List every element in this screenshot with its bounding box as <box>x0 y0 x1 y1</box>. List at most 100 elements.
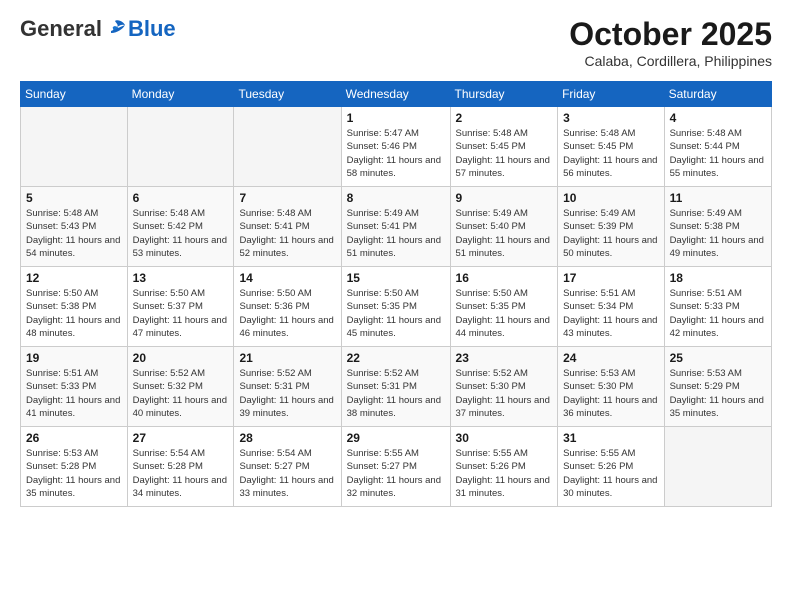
day-number: 14 <box>239 271 335 285</box>
day-number: 28 <box>239 431 335 445</box>
day-number: 13 <box>133 271 229 285</box>
month-title: October 2025 <box>569 16 772 53</box>
table-row: 17 Sunrise: 5:51 AM Sunset: 5:34 PM Dayli… <box>558 267 664 347</box>
table-row: 5 Sunrise: 5:48 AM Sunset: 5:43 PM Daylig… <box>21 187 128 267</box>
table-row: 29 Sunrise: 5:55 AM Sunset: 5:27 PM Dayli… <box>341 427 450 507</box>
table-row: 8 Sunrise: 5:49 AM Sunset: 5:41 PM Daylig… <box>341 187 450 267</box>
header-friday: Friday <box>558 82 664 107</box>
calendar-header-row: Sunday Monday Tuesday Wednesday Thursday… <box>21 82 772 107</box>
table-row: 13 Sunrise: 5:50 AM Sunset: 5:37 PM Dayli… <box>127 267 234 347</box>
table-row: 25Sunrise: 5:53 AM Sunset: 5:29 PM Dayli… <box>664 347 771 427</box>
logo-bird-icon <box>103 19 127 39</box>
calendar-table: Sunday Monday Tuesday Wednesday Thursday… <box>20 81 772 507</box>
day-number: 8 <box>347 191 445 205</box>
day-info: Sunrise: 5:50 AM Sunset: 5:37 PM Dayligh… <box>133 287 229 340</box>
day-info: Sunrise: 5:48 AM Sunset: 5:45 PM Dayligh… <box>456 127 553 180</box>
day-info: Sunrise: 5:49 AM Sunset: 5:38 PM Dayligh… <box>670 207 766 260</box>
day-info: Sunrise: 5:55 AM Sunset: 5:26 PM Dayligh… <box>563 447 658 500</box>
day-info: Sunrise: 5:54 AM Sunset: 5:27 PM Dayligh… <box>239 447 335 500</box>
table-row: 19 Sunrise: 5:51 AM Sunset: 5:33 PM Dayli… <box>21 347 128 427</box>
day-number: 15 <box>347 271 445 285</box>
day-number: 6 <box>133 191 229 205</box>
table-row: 30 Sunrise: 5:55 AM Sunset: 5:26 PM Dayli… <box>450 427 558 507</box>
location: Calaba, Cordillera, Philippines <box>569 53 772 69</box>
table-row <box>127 107 234 187</box>
week-row-1: 1 Sunrise: 5:47 AM Sunset: 5:46 PM Daylig… <box>21 107 772 187</box>
day-info: Sunrise: 5:52 AM Sunset: 5:32 PM Dayligh… <box>133 367 229 420</box>
table-row: 20Sunrise: 5:52 AM Sunset: 5:32 PM Dayli… <box>127 347 234 427</box>
table-row: 18Sunrise: 5:51 AM Sunset: 5:33 PM Dayli… <box>664 267 771 347</box>
table-row: 4 Sunrise: 5:48 AM Sunset: 5:44 PM Daylig… <box>664 107 771 187</box>
week-row-2: 5 Sunrise: 5:48 AM Sunset: 5:43 PM Daylig… <box>21 187 772 267</box>
day-number: 29 <box>347 431 445 445</box>
day-number: 18 <box>670 271 766 285</box>
day-number: 22 <box>347 351 445 365</box>
day-info: Sunrise: 5:50 AM Sunset: 5:38 PM Dayligh… <box>26 287 122 340</box>
table-row: 11 Sunrise: 5:49 AM Sunset: 5:38 PM Dayli… <box>664 187 771 267</box>
day-info: Sunrise: 5:52 AM Sunset: 5:31 PM Dayligh… <box>347 367 445 420</box>
header-sunday: Sunday <box>21 82 128 107</box>
table-row: 15 Sunrise: 5:50 AM Sunset: 5:35 PM Dayli… <box>341 267 450 347</box>
day-info: Sunrise: 5:48 AM Sunset: 5:43 PM Dayligh… <box>26 207 122 260</box>
day-info: Sunrise: 5:49 AM Sunset: 5:41 PM Dayligh… <box>347 207 445 260</box>
day-number: 19 <box>26 351 122 365</box>
table-row: 6 Sunrise: 5:48 AM Sunset: 5:42 PM Daylig… <box>127 187 234 267</box>
day-number: 25 <box>670 351 766 365</box>
day-info: Sunrise: 5:55 AM Sunset: 5:26 PM Dayligh… <box>456 447 553 500</box>
logo: General Blue <box>20 16 176 42</box>
table-row: 10 Sunrise: 5:49 AM Sunset: 5:39 PM Dayli… <box>558 187 664 267</box>
day-number: 26 <box>26 431 122 445</box>
day-number: 17 <box>563 271 658 285</box>
table-row: 26 Sunrise: 5:53 AM Sunset: 5:28 PM Dayli… <box>21 427 128 507</box>
day-number: 11 <box>670 191 766 205</box>
day-info: Sunrise: 5:53 AM Sunset: 5:28 PM Dayligh… <box>26 447 122 500</box>
day-info: Sunrise: 5:47 AM Sunset: 5:46 PM Dayligh… <box>347 127 445 180</box>
logo-blue: Blue <box>128 16 176 42</box>
table-row: 1 Sunrise: 5:47 AM Sunset: 5:46 PM Daylig… <box>341 107 450 187</box>
table-row: 28 Sunrise: 5:54 AM Sunset: 5:27 PM Dayli… <box>234 427 341 507</box>
day-info: Sunrise: 5:55 AM Sunset: 5:27 PM Dayligh… <box>347 447 445 500</box>
table-row: 14 Sunrise: 5:50 AM Sunset: 5:36 PM Dayli… <box>234 267 341 347</box>
table-row: 23Sunrise: 5:52 AM Sunset: 5:30 PM Dayli… <box>450 347 558 427</box>
day-info: Sunrise: 5:48 AM Sunset: 5:45 PM Dayligh… <box>563 127 658 180</box>
day-number: 5 <box>26 191 122 205</box>
day-info: Sunrise: 5:48 AM Sunset: 5:44 PM Dayligh… <box>670 127 766 180</box>
header-thursday: Thursday <box>450 82 558 107</box>
week-row-5: 26 Sunrise: 5:53 AM Sunset: 5:28 PM Dayli… <box>21 427 772 507</box>
day-number: 23 <box>456 351 553 365</box>
table-row: 2 Sunrise: 5:48 AM Sunset: 5:45 PM Daylig… <box>450 107 558 187</box>
header-saturday: Saturday <box>664 82 771 107</box>
day-number: 7 <box>239 191 335 205</box>
day-info: Sunrise: 5:48 AM Sunset: 5:41 PM Dayligh… <box>239 207 335 260</box>
table-row: 7 Sunrise: 5:48 AM Sunset: 5:41 PM Daylig… <box>234 187 341 267</box>
day-info: Sunrise: 5:53 AM Sunset: 5:30 PM Dayligh… <box>563 367 658 420</box>
table-row <box>21 107 128 187</box>
day-info: Sunrise: 5:49 AM Sunset: 5:39 PM Dayligh… <box>563 207 658 260</box>
week-row-4: 19 Sunrise: 5:51 AM Sunset: 5:33 PM Dayli… <box>21 347 772 427</box>
day-number: 2 <box>456 111 553 125</box>
day-info: Sunrise: 5:49 AM Sunset: 5:40 PM Dayligh… <box>456 207 553 260</box>
day-number: 10 <box>563 191 658 205</box>
day-number: 24 <box>563 351 658 365</box>
header-monday: Monday <box>127 82 234 107</box>
header-wednesday: Wednesday <box>341 82 450 107</box>
day-number: 3 <box>563 111 658 125</box>
header-tuesday: Tuesday <box>234 82 341 107</box>
day-info: Sunrise: 5:50 AM Sunset: 5:36 PM Dayligh… <box>239 287 335 340</box>
table-row: 27Sunrise: 5:54 AM Sunset: 5:28 PM Dayli… <box>127 427 234 507</box>
day-number: 30 <box>456 431 553 445</box>
day-number: 1 <box>347 111 445 125</box>
day-info: Sunrise: 5:50 AM Sunset: 5:35 PM Dayligh… <box>347 287 445 340</box>
title-block: October 2025 Calaba, Cordillera, Philipp… <box>569 16 772 69</box>
day-info: Sunrise: 5:48 AM Sunset: 5:42 PM Dayligh… <box>133 207 229 260</box>
day-number: 27 <box>133 431 229 445</box>
day-number: 12 <box>26 271 122 285</box>
day-info: Sunrise: 5:51 AM Sunset: 5:33 PM Dayligh… <box>26 367 122 420</box>
table-row: 12 Sunrise: 5:50 AM Sunset: 5:38 PM Dayli… <box>21 267 128 347</box>
table-row: 24 Sunrise: 5:53 AM Sunset: 5:30 PM Dayli… <box>558 347 664 427</box>
day-number: 4 <box>670 111 766 125</box>
table-row: 22 Sunrise: 5:52 AM Sunset: 5:31 PM Dayli… <box>341 347 450 427</box>
day-info: Sunrise: 5:51 AM Sunset: 5:34 PM Dayligh… <box>563 287 658 340</box>
day-number: 21 <box>239 351 335 365</box>
day-info: Sunrise: 5:52 AM Sunset: 5:31 PM Dayligh… <box>239 367 335 420</box>
